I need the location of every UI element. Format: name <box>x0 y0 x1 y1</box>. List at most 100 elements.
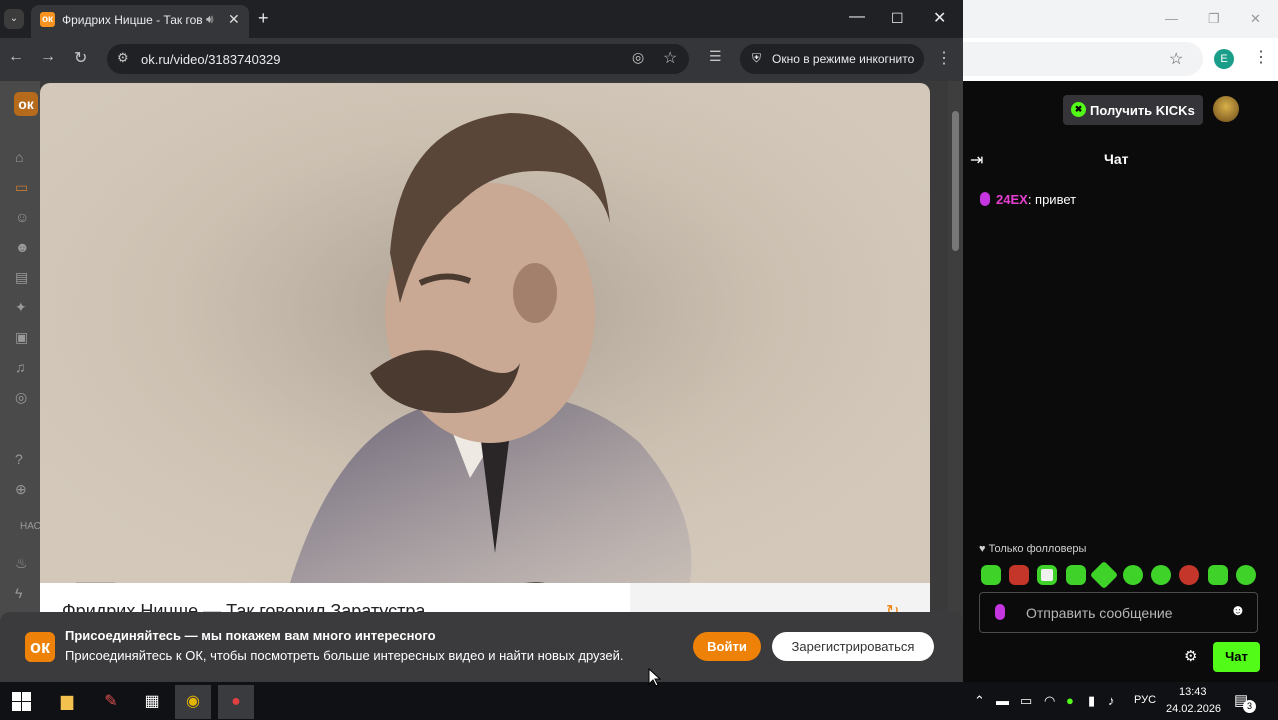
reload-icon[interactable]: ↻ <box>74 48 87 68</box>
volume-icon[interactable]: ♪ <box>1108 693 1115 708</box>
emote-icon[interactable] <box>1208 565 1228 585</box>
restore-button[interactable]: ❐ <box>1208 11 1220 27</box>
kick-browser-window: — ❐ ✕ ☆ E ⋮ ✖ Получить KICKs ⇥ Чат 24EX:… <box>963 0 1278 682</box>
chrome-icon[interactable]: ◉ <box>175 685 211 719</box>
emote-icon[interactable] <box>981 565 1001 585</box>
language-indicator[interactable]: РУС <box>1134 694 1156 706</box>
incognito-icon: ⛨ <box>752 51 762 65</box>
sidebar-cut-label: НАС <box>20 521 41 532</box>
chat-title: Чат <box>1104 151 1129 167</box>
followers-only-label: Только фолловеры <box>988 543 1087 555</box>
minimize-button[interactable]: — <box>849 8 865 26</box>
tray-expand-icon[interactable]: ⌃ <box>974 693 985 709</box>
video-overlay-title: Так говорил Заратустра <box>40 571 930 583</box>
tab-strip: ⌄ ок Фридрих Ницше - Так говорил Заратус… <box>0 0 963 38</box>
emote-icon[interactable] <box>1179 565 1199 585</box>
forward-icon[interactable]: → <box>40 48 56 66</box>
video-icon[interactable]: ▭ <box>15 179 28 196</box>
chat-username[interactable]: 24EX <box>996 192 1028 207</box>
tab-close-icon[interactable]: ✕ <box>228 11 240 28</box>
followers-only-notice: ♥ Только фолловеры <box>979 543 1087 555</box>
user-avatar[interactable] <box>1213 96 1239 122</box>
clock-date[interactable]: 24.02.2026 <box>1166 703 1221 715</box>
emote-icon[interactable] <box>1066 565 1086 585</box>
obs-record-icon[interactable]: ● <box>218 685 254 719</box>
messages-icon[interactable]: ▤ <box>15 269 28 286</box>
site-info-icon[interactable]: ⚙ <box>117 50 129 66</box>
chat-message: 24EX: привет <box>980 192 1076 207</box>
scrollbar-thumb[interactable] <box>952 111 959 251</box>
join-banner: ок Присоединяйтесь — мы покажем вам мног… <box>0 612 963 682</box>
maximize-button[interactable]: ☐ <box>891 10 904 27</box>
calculator-icon[interactable]: ▦ <box>134 685 170 719</box>
ok-sidebar: ⌂ ▭ ☺ ☻ ▤ ✦ ▣ ♫ ◎ ? ⊕ НАС ♨ ϟ <box>0 81 41 682</box>
mouse-cursor-icon <box>648 668 662 687</box>
paint-app-icon[interactable]: ✎ <box>93 685 129 719</box>
video-title-area: Фридрих Ницше — Так говорил Заратустра <box>40 583 630 613</box>
mic-badge-icon <box>980 192 990 206</box>
address-bar[interactable]: ⚙ ok.ru/video/3183740329 ◎ ☆ <box>107 44 689 74</box>
tray-app-icon[interactable]: ▭ <box>1020 693 1032 709</box>
menu-kebab-icon[interactable]: ⋮ <box>936 48 952 68</box>
right-toolbar: ☆ E ⋮ <box>963 38 1278 81</box>
tray-kick-icon[interactable]: ● <box>1066 693 1074 708</box>
clock-time[interactable]: 13:43 <box>1179 686 1207 698</box>
gifts-icon[interactable]: ▣ <box>15 329 28 346</box>
bolt-icon[interactable]: ϟ <box>15 585 22 601</box>
tab-ok-video[interactable]: ок Фридрих Ницше - Так говорил Заратустр… <box>31 5 249 38</box>
minimize-button[interactable]: — <box>1165 11 1178 26</box>
emote-icon[interactable] <box>1151 565 1171 585</box>
file-explorer-icon[interactable]: ▆ <box>49 685 85 719</box>
collapse-chat-icon[interactable]: ⇥ <box>970 150 983 170</box>
tray-app-icon[interactable]: ▬ <box>996 693 1009 708</box>
incognito-indicator[interactable]: ⛨ Окно в режиме инкогнито <box>740 44 924 74</box>
home-icon[interactable]: ⌂ <box>15 149 23 165</box>
register-button[interactable]: Зарегистрироваться <box>772 632 934 661</box>
chat-send-button[interactable]: Чат <box>1213 642 1260 672</box>
mic-icon <box>995 604 1005 620</box>
groups-icon[interactable]: ☺ <box>15 209 29 225</box>
close-window-button[interactable]: ✕ <box>933 8 946 28</box>
fire-icon[interactable]: ♨ <box>15 555 28 572</box>
back-icon[interactable]: ← <box>8 48 24 66</box>
media-queue-icon[interactable]: ☰ <box>709 48 722 65</box>
bookmark-star-icon[interactable]: ☆ <box>663 48 677 68</box>
nietzsche-portrait <box>40 83 930 583</box>
wifi-icon[interactable]: ◠ <box>1044 693 1055 709</box>
new-tab-button[interactable]: + <box>258 8 269 29</box>
banner-text: Присоединяйтесь к ОК, чтобы посмотреть б… <box>65 648 624 663</box>
ok-logo-icon[interactable]: ок <box>14 92 38 116</box>
emote-icon[interactable] <box>1236 565 1256 585</box>
discover-icon[interactable]: ◎ <box>15 389 27 406</box>
browser-toolbar: ← → ↻ ⚙ ok.ru/video/3183740329 ◎ ☆ ☰ ⛨ О… <box>0 38 963 81</box>
profile-avatar[interactable]: E <box>1214 49 1234 69</box>
help-icon[interactable]: ? <box>15 451 23 467</box>
microphone-icon[interactable]: ▮ <box>1088 693 1095 709</box>
video-player[interactable]: Так говорил Заратустра <box>40 83 930 583</box>
chat-message-input[interactable]: Отправить сообщение ☻ <box>979 592 1258 633</box>
chat-text: : привет <box>1027 192 1077 207</box>
menu-kebab-icon[interactable]: ⋮ <box>1253 47 1269 67</box>
tab-search-icon[interactable]: ⌄ <box>4 9 24 29</box>
bookmark-star-icon[interactable]: ☆ <box>1169 49 1183 69</box>
chat-settings-gear-icon[interactable]: ⚙ <box>1184 647 1197 665</box>
url-text: ok.ru/video/3183740329 <box>141 52 281 67</box>
games-icon[interactable]: ✦ <box>15 299 27 316</box>
emoji-picker-icon[interactable]: ☻ <box>1230 602 1246 619</box>
emote-icon[interactable] <box>1123 565 1143 585</box>
address-bar[interactable] <box>963 42 1203 76</box>
login-button[interactable]: Войти <box>693 632 761 661</box>
emote-icon[interactable] <box>1037 565 1057 585</box>
emote-icon[interactable] <box>1009 565 1029 585</box>
get-kicks-label: Получить KICKs <box>1090 103 1195 118</box>
get-kicks-button[interactable]: ✖ Получить KICKs <box>1063 95 1203 125</box>
emote-icon[interactable] <box>1089 560 1119 590</box>
page-scrollbar[interactable] <box>948 81 963 682</box>
close-window-button[interactable]: ✕ <box>1250 11 1261 27</box>
windows-start-icon[interactable] <box>12 692 31 711</box>
friends-icon[interactable]: ☻ <box>15 239 30 255</box>
language-globe-icon[interactable]: ⊕ <box>15 481 27 498</box>
tracking-blocked-eye-icon[interactable]: ◎ <box>632 49 644 66</box>
speaker-icon[interactable]: 🔊︎ <box>206 12 214 27</box>
music-icon[interactable]: ♫ <box>15 359 26 375</box>
